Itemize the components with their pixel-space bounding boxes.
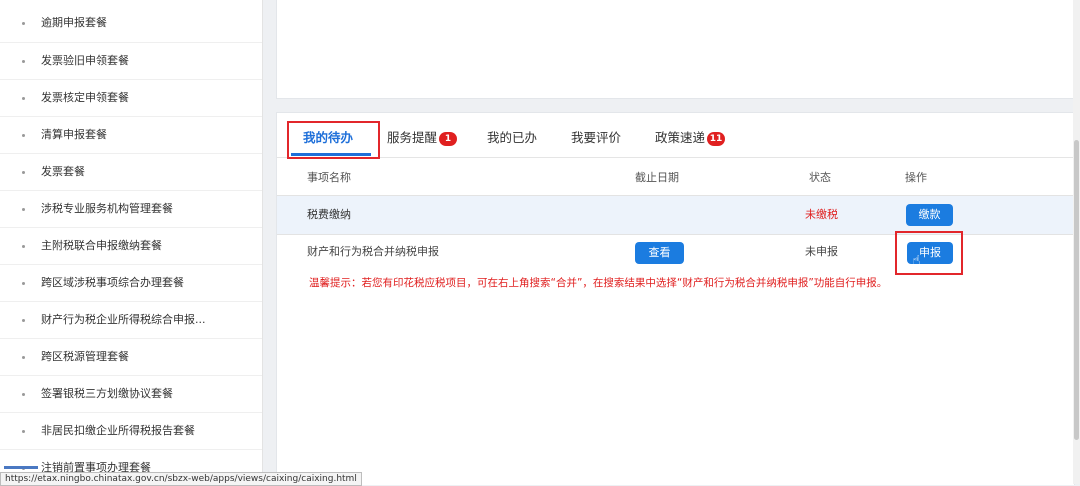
- tab-evaluate[interactable]: 我要评价: [571, 127, 621, 146]
- dot-icon: [22, 207, 25, 211]
- column-header: 截止日期: [635, 171, 679, 184]
- dot-icon: [22, 318, 25, 322]
- tab-label: 政策速递: [655, 130, 706, 145]
- status-text: 未缴税: [805, 208, 838, 221]
- highlight-box: [895, 231, 963, 275]
- dot-icon: [22, 244, 25, 248]
- tab-policy-news[interactable]: 政策速递 11: [655, 127, 726, 146]
- sidebar-item[interactable]: 涉税专业服务机构管理套餐: [0, 191, 262, 228]
- sidebar-item[interactable]: 跨区税源管理套餐: [0, 339, 262, 376]
- count-badge: 11: [707, 132, 726, 146]
- sidebar-item-label: 发票核定申领套餐: [41, 91, 129, 104]
- item-name: 财产和行为税合并纳税申报: [307, 245, 439, 258]
- sidebar-item-label: 签署银税三方划缴协议套餐: [41, 387, 173, 400]
- sidebar-item-label: 非居民扣缴企业所得税报告套餐: [41, 424, 195, 437]
- sidebar-item-label: 跨区税源管理套餐: [41, 350, 129, 363]
- dot-icon: [22, 96, 25, 100]
- sidebar-item[interactable]: 清算申报套餐: [0, 117, 262, 154]
- tab-label: 我要评价: [571, 130, 622, 145]
- tab-label: 我的已办: [487, 130, 538, 145]
- pay-button[interactable]: 缴款: [906, 204, 953, 226]
- column-header: 状态: [809, 171, 831, 184]
- sidebar-item[interactable]: 主附税联合申报缴纳套餐: [0, 228, 262, 265]
- sidebar-item-label: 逾期申报套餐: [41, 16, 107, 29]
- sidebar-item[interactable]: 发票套餐: [0, 154, 262, 191]
- sidebar-item-label: 财产行为税企业所得税综合申报...: [41, 313, 206, 326]
- sidebar-item[interactable]: 发票核定申领套餐: [0, 80, 262, 117]
- dot-icon: [22, 170, 25, 174]
- sidebar-item[interactable]: 财产行为税企业所得税综合申报...: [0, 302, 262, 339]
- scrollbar-thumb[interactable]: [1074, 140, 1079, 440]
- hand-pointer-icon: ☝: [912, 253, 921, 269]
- dot-icon: [22, 429, 25, 433]
- tab-my-done[interactable]: 我的已办: [487, 127, 537, 146]
- item-name: 税费缴纳: [307, 208, 351, 221]
- status-text: 未申报: [805, 245, 838, 258]
- sidebar-item-label: 跨区域涉税事项综合办理套餐: [41, 276, 184, 289]
- sidebar-menu: 逾期申报套餐 发票验旧申领套餐 发票核定申领套餐 清算申报套餐 发票套餐 涉税专…: [0, 0, 263, 484]
- tab-label: 服务提醒: [387, 130, 438, 145]
- sidebar-active-indicator: [4, 466, 38, 469]
- count-badge: 1: [439, 132, 458, 146]
- top-panel: [276, 0, 1075, 99]
- warm-tip: 温馨提示：若您有印花税应税项目，可在右上角搜索“合并”，在搜索结果中选择“财产和…: [309, 277, 888, 289]
- sidebar-item-label: 涉税专业服务机构管理套餐: [41, 202, 173, 215]
- sidebar-item-label: 主附税联合申报缴纳套餐: [41, 239, 162, 252]
- highlight-box: [287, 121, 380, 159]
- sidebar-item[interactable]: 非居民扣缴企业所得税报告套餐: [0, 413, 262, 450]
- sidebar-item-label: 发票套餐: [41, 165, 85, 178]
- dot-icon: [22, 355, 25, 359]
- dot-icon: [22, 21, 25, 25]
- column-header: 操作: [905, 171, 927, 184]
- tab-service-reminder[interactable]: 服务提醒 1: [387, 127, 458, 146]
- sidebar-item[interactable]: 跨区域涉税事项综合办理套餐: [0, 265, 262, 302]
- dot-icon: [22, 133, 25, 137]
- column-header: 事项名称: [307, 171, 351, 184]
- sidebar-item[interactable]: 逾期申报套餐: [0, 0, 262, 43]
- dot-icon: [22, 392, 25, 396]
- dot-icon: [22, 59, 25, 63]
- view-button[interactable]: 查看: [635, 242, 684, 264]
- sidebar-item[interactable]: 签署银税三方划缴协议套餐: [0, 376, 262, 413]
- sidebar-item-label: 发票验旧申领套餐: [41, 54, 129, 67]
- sidebar-item[interactable]: 发票验旧申领套餐: [0, 43, 262, 80]
- todo-panel: 我的待办 服务提醒 1 我的已办 我要评价 政策速递 11 事项名称 截止日期 状态…: [276, 112, 1075, 485]
- table-row: 税费缴纳 未缴税 缴款: [277, 195, 1074, 235]
- tab-bar: 我的待办 服务提醒 1 我的已办 我要评价 政策速递 11: [277, 113, 1074, 158]
- dot-icon: [22, 281, 25, 285]
- sidebar-item-label: 清算申报套餐: [41, 128, 107, 141]
